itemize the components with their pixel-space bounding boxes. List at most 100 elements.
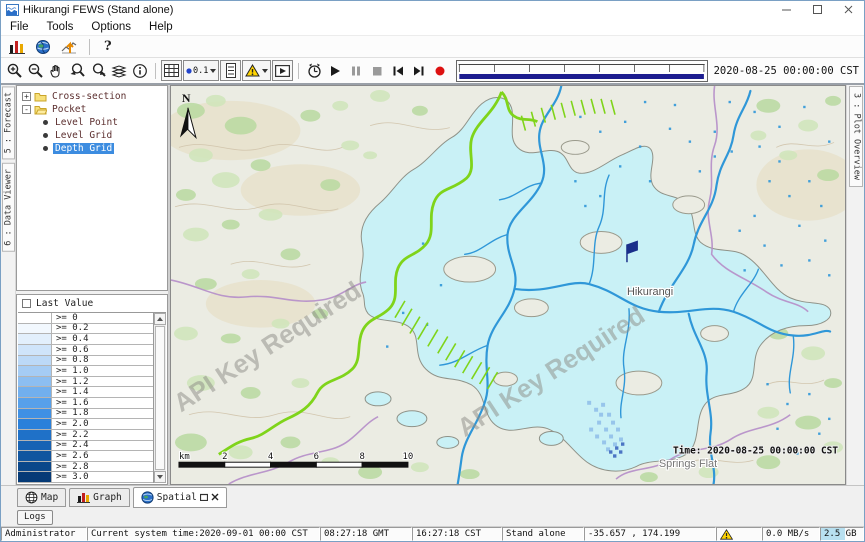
globe-blue-icon (141, 491, 154, 504)
legend-row[interactable]: >= 1.2 (18, 377, 153, 388)
pan-hand-icon[interactable] (46, 61, 66, 81)
logs-row: Logs (1, 508, 864, 526)
legend-row[interactable]: >= 0.2 (18, 324, 153, 335)
legend-row[interactable]: >= 1.8 (18, 409, 153, 420)
map-globe-icon[interactable] (33, 37, 53, 57)
legend-label: >= 2.2 (52, 430, 153, 440)
tree-node-label[interactable]: Level Point (53, 117, 120, 128)
tree-node-cross-section[interactable]: + Cross-section (17, 90, 167, 103)
tab-graph[interactable]: Graph (69, 488, 130, 507)
map-canvas[interactable]: API Key Required API Key Required Hikura… (171, 86, 845, 484)
tree-node-label[interactable]: Cross-section (50, 91, 128, 102)
restore-panel-icon[interactable] (200, 493, 208, 501)
time-settings-icon[interactable] (304, 61, 324, 81)
contour-value-dropdown[interactable]: 0.1 (183, 60, 219, 81)
skip-to-end-button[interactable] (409, 61, 429, 81)
tree-node-level-grid[interactable]: Level Grid (17, 129, 167, 142)
legend-label: >= 1.2 (52, 377, 153, 387)
tab-data-viewer[interactable]: 6 : Data Viewer (2, 163, 15, 252)
legend-row[interactable]: >= 0.4 (18, 334, 153, 345)
legend-row[interactable]: >= 1.6 (18, 398, 153, 409)
menu-options[interactable]: Options (82, 18, 140, 35)
legend-toggle-button[interactable] (220, 60, 241, 81)
legend-row[interactable]: >= 1.4 (18, 387, 153, 398)
legend-swatch (18, 398, 52, 408)
info-icon[interactable] (130, 61, 150, 81)
tab-forecast[interactable]: 5 : Forecast (2, 86, 15, 159)
close-panel-icon[interactable] (211, 493, 219, 501)
stop-button[interactable] (367, 61, 387, 81)
menu-file[interactable]: File (1, 18, 38, 35)
tab-spatial[interactable]: Spatial (133, 487, 227, 508)
legend-row[interactable]: >= 2.0 (18, 419, 153, 430)
zoom-previous-icon[interactable] (67, 61, 87, 81)
close-button[interactable] (833, 1, 864, 18)
bar-chart-icon (77, 491, 90, 503)
legend-panel: Last Value >= 0>= 0.2>= 0.4>= 0.6>= 0.8>… (16, 294, 168, 485)
layers-icon[interactable] (109, 61, 129, 81)
legend-swatch (18, 324, 52, 334)
collapse-icon[interactable]: - (22, 105, 31, 114)
last-value-row: Last Value (17, 295, 167, 312)
map-area[interactable]: API Key Required API Key Required Hikura… (170, 85, 846, 485)
scroll-thumb[interactable] (155, 326, 165, 470)
tab-map[interactable]: Map (17, 488, 66, 507)
tree-node-depth-grid[interactable]: Depth Grid (17, 142, 167, 155)
legend-row[interactable]: >= 2.6 (18, 451, 153, 462)
legend-swatch (18, 387, 52, 397)
legend-label: >= 3.0 (52, 472, 153, 482)
maximize-button[interactable] (802, 1, 833, 18)
tree-node-label[interactable]: Level Grid (53, 130, 114, 141)
scroll-down-icon[interactable] (154, 471, 166, 483)
grid-display-button[interactable] (161, 60, 182, 81)
window-controls (771, 1, 864, 18)
play-button[interactable] (325, 61, 345, 81)
pause-button[interactable] (346, 61, 366, 81)
legend-row[interactable]: >= 0.8 (18, 356, 153, 367)
legend-label: >= 0.2 (52, 324, 153, 334)
legend-swatch (18, 419, 52, 429)
record-button[interactable] (430, 61, 450, 81)
status-warning[interactable] (716, 527, 762, 541)
scroll-up-icon[interactable] (154, 313, 166, 325)
menu-help[interactable]: Help (140, 18, 182, 35)
menu-bar: File Tools Options Help (1, 18, 864, 36)
legend-row[interactable]: >= 1.0 (18, 366, 153, 377)
toolbar-separator (298, 63, 299, 79)
skip-to-start-button[interactable] (388, 61, 408, 81)
tree-node-label-selected[interactable]: Depth Grid (53, 143, 114, 154)
tree-node-pocket[interactable]: - Pocket (17, 103, 167, 116)
legend-row[interactable]: >= 3.0 (18, 472, 153, 483)
tab-plot-overview[interactable]: 3 : Plot Overview (849, 86, 863, 187)
legend-row[interactable]: >= 0.6 (18, 345, 153, 356)
legend-row[interactable]: >= 0 (18, 313, 153, 324)
zoom-out-icon[interactable] (25, 61, 45, 81)
legend-row[interactable]: >= 2.8 (18, 462, 153, 473)
status-bar: Administrator Current system time:2020-0… (1, 526, 864, 541)
timeline-slider[interactable] (456, 60, 707, 82)
scale-tick-label: 6 (314, 452, 319, 462)
menu-tools[interactable]: Tools (38, 18, 83, 35)
warning-dropdown[interactable] (242, 60, 271, 81)
expand-icon[interactable]: + (22, 92, 31, 101)
bullet-icon (43, 133, 48, 138)
logs-button[interactable]: Logs (17, 510, 53, 525)
legend-row[interactable]: >= 2.2 (18, 430, 153, 441)
tree-node-level-point[interactable]: Level Point (17, 116, 167, 129)
help-button[interactable]: ? (100, 39, 116, 54)
legend-scrollbar[interactable] (153, 313, 166, 483)
right-tab-strip: 3 : Plot Overview (846, 85, 864, 485)
legend-swatch (18, 334, 52, 344)
scale-tick-label: 4 (268, 452, 273, 462)
spatial-display-icon[interactable] (59, 37, 79, 57)
data-explorer-icon[interactable] (7, 37, 27, 57)
legend-row[interactable]: >= 2.4 (18, 441, 153, 452)
animation-button[interactable] (272, 60, 293, 81)
minimize-button[interactable] (771, 1, 802, 18)
folder-icon (34, 92, 47, 102)
zoom-next-icon[interactable] (88, 61, 108, 81)
zoom-in-icon[interactable] (4, 61, 24, 81)
last-value-checkbox[interactable] (22, 299, 31, 308)
legend-swatch (18, 345, 52, 355)
tree-node-label[interactable]: Pocket (50, 104, 88, 115)
